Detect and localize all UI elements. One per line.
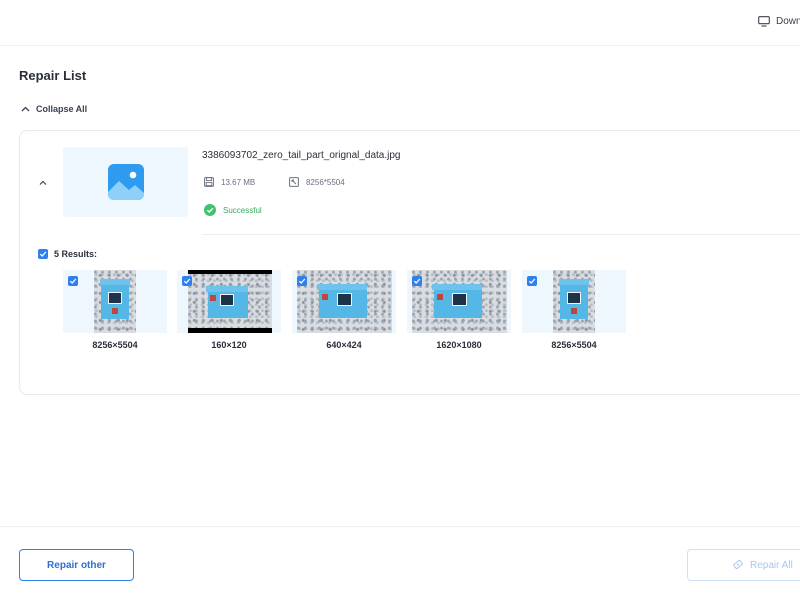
- result-image: [412, 270, 507, 333]
- repair-all-button[interactable]: Repair All: [687, 549, 800, 581]
- file-card: 3386093702_zero_tail_part_orignal_data.j…: [19, 130, 800, 395]
- download-button[interactable]: Download: [758, 16, 800, 27]
- result-image: [553, 270, 595, 333]
- repair-icon: [732, 559, 744, 571]
- result-thumbnail[interactable]: [407, 270, 511, 333]
- result-resolution: 640×424: [326, 340, 362, 350]
- page-title: Repair List: [19, 68, 87, 83]
- result-thumbnail[interactable]: [63, 270, 167, 333]
- top-bar: Download: [0, 0, 800, 46]
- check-circle-icon: [204, 204, 216, 216]
- repair-all-label: Repair All: [750, 559, 793, 571]
- result-image: [188, 270, 272, 333]
- status-text: Successful: [223, 205, 262, 215]
- result-image: [94, 270, 136, 333]
- result-checkbox[interactable]: [297, 276, 307, 286]
- image-icon: [107, 164, 144, 200]
- result-item[interactable]: 1620×1080: [407, 270, 511, 350]
- select-all-results-checkbox[interactable]: [38, 249, 48, 259]
- file-name: 3386093702_zero_tail_part_orignal_data.j…: [202, 150, 401, 161]
- chevron-up-icon: [21, 106, 30, 112]
- status-badge: Successful: [204, 204, 262, 216]
- collapse-all-button[interactable]: Collapse All: [21, 104, 87, 114]
- result-item[interactable]: 640×424: [292, 270, 396, 350]
- result-item[interactable]: 8256×5504: [522, 270, 626, 350]
- chevron-up-icon: [37, 177, 49, 189]
- file-dimensions-value: 8256*5504: [306, 177, 345, 187]
- save-icon: [204, 177, 214, 187]
- repair-other-button[interactable]: Repair other: [19, 549, 134, 581]
- resolution-icon: [289, 177, 299, 187]
- divider: [202, 234, 800, 235]
- result-checkbox[interactable]: [527, 276, 537, 286]
- results-count: 5 Results:: [54, 249, 98, 259]
- collapse-file-toggle[interactable]: [37, 177, 49, 189]
- file-size: 13.67 MB: [204, 177, 255, 187]
- result-checkbox[interactable]: [68, 276, 78, 286]
- result-thumbnail[interactable]: [177, 270, 281, 333]
- file-thumbnail: [63, 147, 188, 217]
- result-checkbox[interactable]: [412, 276, 422, 286]
- file-size-value: 13.67 MB: [221, 177, 256, 187]
- result-thumbnail[interactable]: [292, 270, 396, 333]
- footer: Repair other Repair All: [0, 526, 800, 600]
- result-resolution: 8256×5504: [551, 340, 597, 350]
- result-thumbnail[interactable]: [522, 270, 626, 333]
- result-item[interactable]: 8256×5504: [63, 270, 167, 350]
- result-image: [297, 270, 392, 333]
- file-dimensions: 8256*5504: [289, 177, 345, 187]
- download-label: Download: [776, 16, 800, 27]
- collapse-all-label: Collapse All: [36, 104, 88, 114]
- results-header: 5 Results:: [38, 249, 97, 259]
- result-resolution: 8256×5504: [92, 340, 138, 350]
- monitor-icon: [758, 16, 770, 27]
- result-checkbox[interactable]: [182, 276, 192, 286]
- result-resolution: 160×120: [211, 340, 247, 350]
- result-resolution: 1620×1080: [436, 340, 482, 350]
- result-item[interactable]: 160×120: [177, 270, 281, 350]
